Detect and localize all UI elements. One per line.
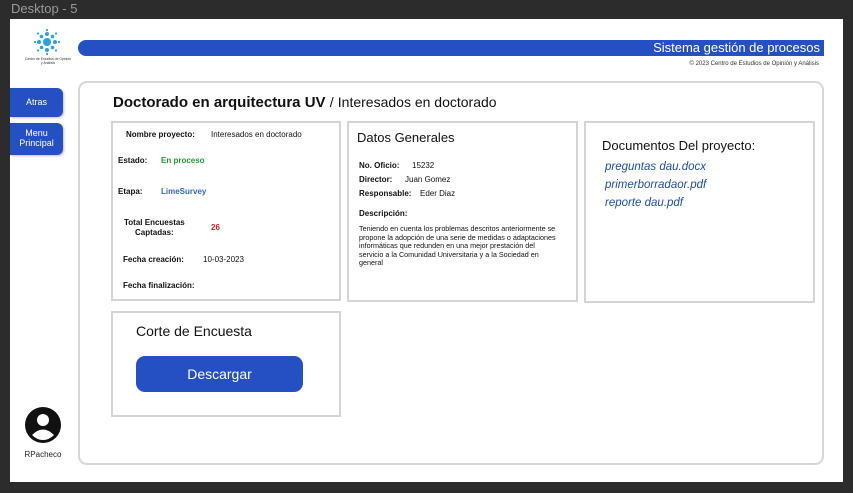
created-date-label: Fecha creación:: [123, 255, 184, 264]
total-surveys-label-2: Captadas:: [135, 228, 174, 237]
document-link[interactable]: primerborradaor.pdf: [605, 179, 706, 191]
main-menu-button[interactable]: Menu Principal: [10, 123, 63, 155]
user-name: RPacheco: [24, 450, 62, 459]
main-menu-label-line2: Principal: [19, 138, 54, 148]
description-label: Descripción:: [359, 209, 408, 218]
header-bar: Sistema gestión de procesos: [78, 40, 824, 56]
survey-cut-card: Corte de Encuesta Descargar: [111, 311, 341, 417]
user-avatar-icon[interactable]: [25, 407, 61, 443]
project-info-card: Nombre proyecto: Interesados en doctorad…: [111, 121, 341, 301]
back-button[interactable]: Atras: [10, 88, 63, 117]
oficio-label: No. Oficio:: [359, 161, 400, 170]
total-surveys-label-1: Total Encuestas: [124, 218, 185, 227]
general-data-card: Datos Generales No. Oficio: 15232 Direct…: [347, 121, 578, 302]
project-name-label: Nombre proyecto:: [126, 130, 195, 139]
app-canvas: Centro de Estudios de Opinión y Análisis…: [10, 19, 843, 482]
total-surveys-value: 26: [211, 223, 220, 232]
logo-text: Centro de Estudios de Opinión y Análisis: [24, 57, 72, 65]
project-title: Doctorado en arquitectura UV: [113, 94, 326, 111]
responsable-label: Responsable:: [359, 189, 412, 198]
description-text: Teniendo en cuenta los problemas descrit…: [359, 224, 556, 268]
breadcrumb-separator: /: [329, 94, 334, 110]
page-title: Doctorado en arquitectura UV / Interesad…: [113, 94, 497, 111]
survey-cut-title: Corte de Encuesta: [136, 323, 252, 339]
documents-title: Documentos Del proyecto:: [602, 138, 756, 153]
director-value: Juan Gomez: [405, 175, 451, 184]
general-data-title: Datos Generales: [357, 130, 455, 145]
created-date-value: 10-03-2023: [203, 255, 244, 264]
copyright-text: © 2023 Centro de Estudios de Opinión y A…: [689, 61, 820, 67]
oficio-value: 15232: [412, 161, 435, 170]
finished-date-label: Fecha finalización:: [123, 281, 195, 290]
document-link[interactable]: preguntas dau.docx: [605, 161, 706, 173]
documents-card: Documentos Del proyecto: preguntas dau.d…: [584, 121, 815, 303]
stage-label: Etapa:: [118, 187, 143, 196]
project-subtitle: Interesados en doctorado: [337, 94, 497, 110]
document-link[interactable]: reporte dau.pdf: [605, 197, 683, 209]
responsable-value: Eder Diaz: [420, 189, 456, 198]
status-value: En proceso: [161, 156, 205, 165]
system-title: Sistema gestión de procesos: [653, 40, 820, 55]
status-label: Estado:: [118, 156, 148, 165]
main-menu-label-line1: Menu: [25, 128, 48, 138]
stage-value: LimeSurvey: [161, 187, 207, 196]
director-label: Director:: [359, 175, 393, 184]
project-name-value: Interesados en doctorado: [211, 130, 302, 139]
frame-label: Desktop - 5: [11, 1, 78, 16]
download-button[interactable]: Descargar: [136, 356, 303, 392]
